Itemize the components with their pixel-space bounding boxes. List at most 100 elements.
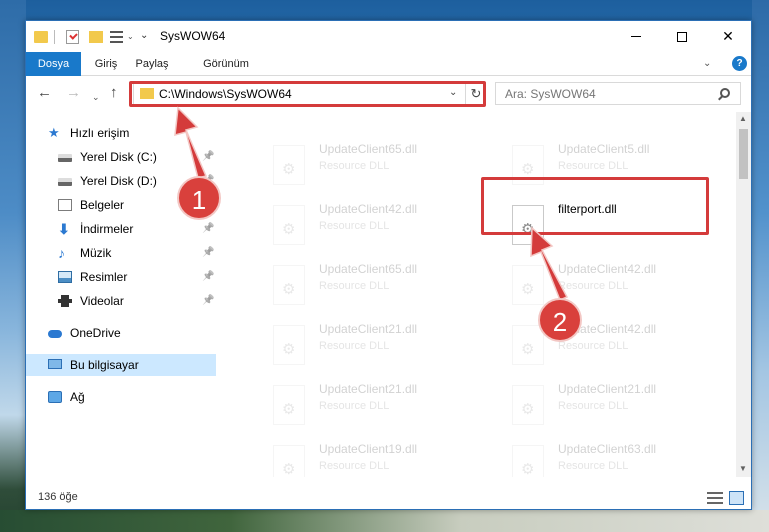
item-count: 136 öğe <box>38 491 78 503</box>
help-icon[interactable]: ? <box>732 56 747 71</box>
file-item[interactable]: UpdateClient21.dll Resource DLL <box>512 382 736 432</box>
scroll-down-icon[interactable]: ▼ <box>739 464 747 473</box>
file-name: UpdateClient65.dll <box>319 142 418 156</box>
file-item[interactable]: UpdateClient42.dll Resource DLL <box>273 202 503 252</box>
nav-item-label: İndirmeler <box>80 222 134 236</box>
minimize-icon <box>631 36 641 37</box>
folder-icon <box>34 31 48 43</box>
file-description: Resource DLL <box>319 460 390 472</box>
pin-icon: 📌 <box>202 271 215 282</box>
onedrive-icon <box>48 330 62 338</box>
dll-file-icon <box>273 265 305 305</box>
nav-item[interactable]: Yerel Disk (C:) 📌 <box>26 146 216 168</box>
search-icon[interactable] <box>720 88 730 98</box>
maximize-button[interactable] <box>659 21 705 52</box>
scroll-up-icon[interactable]: ▲ <box>739 114 747 123</box>
window-title: SysWOW64 <box>160 29 226 43</box>
details-view-icon[interactable] <box>707 492 723 504</box>
desktop-background-left <box>0 0 26 532</box>
file-name: UpdateClient65.dll <box>319 262 418 276</box>
file-description: Resource DLL <box>319 160 390 172</box>
pictures-icon <box>58 271 72 283</box>
file-name: UpdateClient21.dll <box>319 382 418 396</box>
dll-file-icon <box>512 325 544 365</box>
nav-item-label: Resimler <box>80 270 128 284</box>
dll-file-icon <box>273 445 305 477</box>
minimize-button[interactable] <box>613 21 659 52</box>
customize-toolbar-icon[interactable]: ⌄ <box>140 31 148 47</box>
properties-icon[interactable] <box>66 30 79 44</box>
nav-item-label: Videolar <box>80 294 124 308</box>
downloads-icon: ⬇ <box>58 221 70 237</box>
view-icon[interactable] <box>110 31 123 43</box>
step-1-badge: 1 <box>177 176 221 220</box>
file-description: Resource DLL <box>558 280 629 292</box>
file-highlight-box <box>481 177 709 235</box>
file-description: Resource DLL <box>558 460 629 472</box>
tab-home[interactable]: Giriş <box>88 52 124 76</box>
up-button[interactable]: ↑ <box>110 85 118 101</box>
navigation-pane: ★ Hızlı erişim Yerel Disk (C:) 📌 Yerel Disk … <box>26 112 216 477</box>
nav-item[interactable]: Videolar 📌 <box>26 290 216 312</box>
file-item[interactable]: UpdateClient21.dll Resource DLL <box>273 382 503 432</box>
file-name: UpdateClient42.dll <box>319 202 418 216</box>
view-dropdown-icon[interactable]: ⌄ <box>127 33 134 49</box>
forward-button[interactable]: → <box>66 85 81 101</box>
large-icons-view-icon[interactable] <box>729 491 744 505</box>
file-name: UpdateClient21.dll <box>319 322 418 336</box>
file-description: Resource DLL <box>319 220 390 232</box>
expand-ribbon-icon[interactable]: ⌄ <box>703 58 711 69</box>
back-button[interactable]: ← <box>37 85 52 101</box>
nav-item-label: Yerel Disk (D:) <box>80 174 157 188</box>
tab-share[interactable]: Paylaş <box>132 52 172 76</box>
pin-icon: 📌 <box>202 223 215 234</box>
title-bar: ⌄ ⌄ SysWOW64 ✕ <box>26 21 751 52</box>
disk-icon <box>58 154 72 162</box>
dll-file-icon <box>273 385 305 425</box>
nav-item[interactable]: Bu bilgisayar <box>26 354 216 376</box>
file-item[interactable]: UpdateClient65.dll Resource DLL <box>273 262 503 312</box>
desktop-background-bottom <box>0 510 769 532</box>
file-name: UpdateClient63.dll <box>558 442 657 456</box>
nav-item[interactable]: OneDrive <box>26 322 216 344</box>
dll-file-icon <box>273 325 305 365</box>
nav-item[interactable]: ♪ Müzik 📌 <box>26 242 216 264</box>
file-description: Resource DLL <box>319 340 390 352</box>
file-item[interactable]: UpdateClient63.dll Resource DLL <box>512 442 736 477</box>
tab-view[interactable]: Görünüm <box>196 52 256 76</box>
tab-file[interactable]: Dosya <box>26 52 81 76</box>
file-description: Resource DLL <box>558 160 629 172</box>
pin-icon: 📌 <box>202 295 215 306</box>
file-item[interactable]: UpdateClient21.dll Resource DLL <box>273 322 503 372</box>
recent-locations-icon[interactable]: ⌄ <box>92 89 100 105</box>
nav-item-label: Bu bilgisayar <box>70 358 139 372</box>
new-folder-icon[interactable] <box>89 31 103 43</box>
nav-item[interactable]: ★ Hızlı erişim <box>26 122 216 144</box>
nav-item[interactable]: Resimler 📌 <box>26 266 216 288</box>
quick-access-icon: ★ <box>48 125 60 140</box>
search-input[interactable]: Ara: SysWOW64 <box>495 82 741 105</box>
videos-icon <box>58 295 72 307</box>
pin-icon: 📌 <box>202 247 215 258</box>
nav-item[interactable]: Ağ <box>26 386 216 408</box>
search-placeholder: Ara: SysWOW64 <box>505 87 596 101</box>
scroll-thumb[interactable] <box>739 129 748 179</box>
file-item[interactable]: UpdateClient65.dll Resource DLL <box>273 142 503 192</box>
close-button[interactable]: ✕ <box>705 21 751 52</box>
toolbar-divider <box>54 30 55 44</box>
nav-item[interactable]: ⬇ İndirmeler 📌 <box>26 218 216 240</box>
file-list: UpdateClient65.dllResource DLLUpdateClie… <box>216 112 736 477</box>
nav-item-label: Müzik <box>80 246 112 260</box>
dll-file-icon <box>512 445 544 477</box>
nav-item-label: Belgeler <box>80 198 125 212</box>
address-highlight-box <box>129 81 486 107</box>
vertical-scrollbar[interactable]: ▲ ▼ <box>736 112 751 477</box>
dll-file-icon <box>512 265 544 305</box>
this-pc-icon <box>48 359 62 369</box>
nav-item-label: Ağ <box>70 390 85 404</box>
file-item[interactable]: UpdateClient19.dll Resource DLL <box>273 442 503 477</box>
documents-icon <box>58 199 72 211</box>
file-description: Resource DLL <box>558 340 629 352</box>
step-2-badge: 2 <box>538 298 582 342</box>
network-icon <box>48 391 62 403</box>
